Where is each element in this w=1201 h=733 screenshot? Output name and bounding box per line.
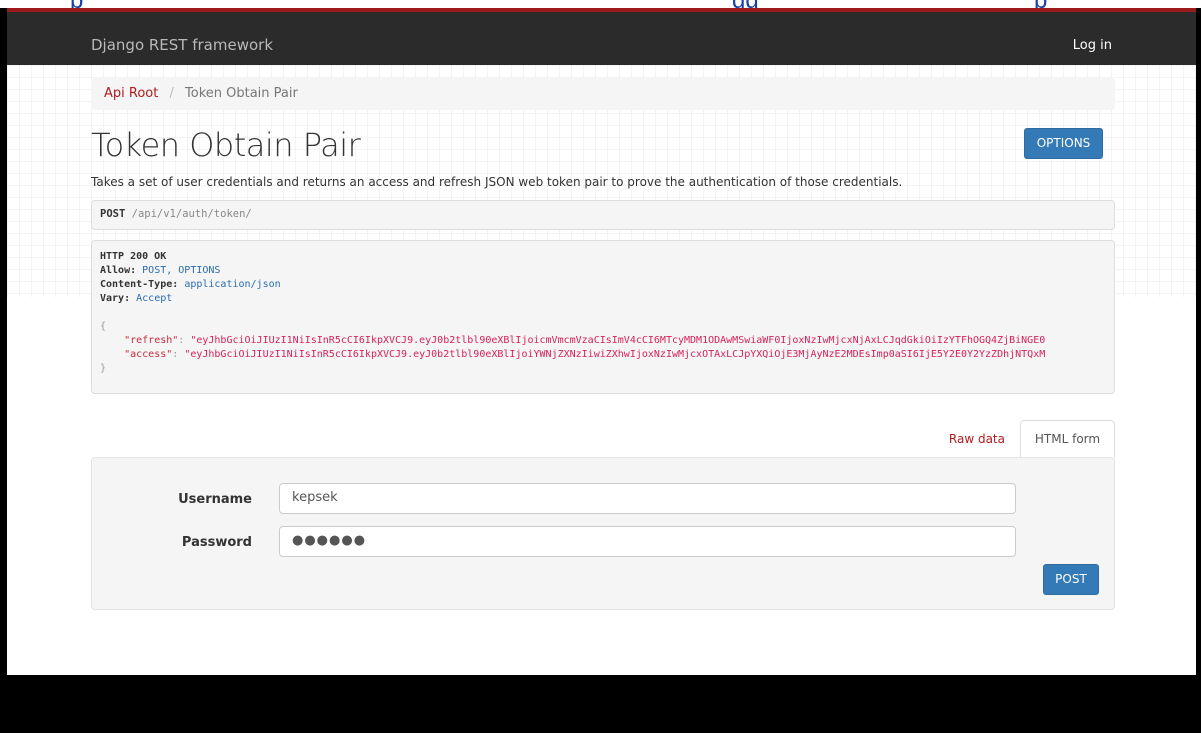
endpoint-description: Takes a set of user credentials and retu… — [91, 175, 903, 189]
json-value-access: "eyJhbGciOiJIUzI1NiIsInR5cCI6IkpXVCJ9.ey… — [184, 349, 1046, 360]
tab-raw-data[interactable]: Raw data — [949, 432, 1005, 446]
header-value: Accept — [136, 293, 173, 304]
json-open-brace: { — [100, 321, 107, 332]
request-method: POST — [100, 208, 126, 220]
header-value: POST, OPTIONS — [142, 265, 221, 276]
request-path: /api/v1/auth/token/ — [131, 208, 252, 220]
breadcrumb-api-root[interactable]: Api Root — [104, 86, 158, 101]
brand-link[interactable]: Django REST framework — [91, 36, 273, 54]
username-input[interactable]: kepsek — [279, 483, 1016, 514]
password-input[interactable]: ●●●●●● — [279, 526, 1016, 557]
response-status: HTTP 200 OK — [100, 251, 167, 262]
navbar: Django REST framework Log in — [7, 8, 1196, 65]
login-link[interactable]: Log in — [1073, 38, 1112, 53]
response-info: HTTP 200 OK Allow: POST, OPTIONS Content… — [91, 240, 1115, 394]
header-name: Content-Type: — [100, 279, 179, 290]
bottom-black-area — [0, 675, 1201, 733]
breadcrumb-separator: / — [169, 86, 174, 101]
json-key-access: "access" — [124, 349, 173, 360]
json-value-refresh: "eyJhbGciOiJIUzI1NiIsInR5cCI6IkpXVCJ9.ey… — [190, 335, 1046, 346]
request-info: POST /api/v1/auth/token/ — [91, 200, 1115, 230]
json-key-refresh: "refresh" — [124, 335, 179, 346]
header-name: Allow: — [100, 265, 137, 276]
browser-viewport: Django REST framework Log in Api Root / … — [7, 8, 1196, 733]
breadcrumb-current: Token Obtain Pair — [185, 86, 298, 101]
right-border — [1196, 8, 1201, 675]
username-label: Username — [178, 492, 252, 507]
breadcrumb: Api Root / Token Obtain Pair — [91, 78, 1115, 110]
json-close-brace: } — [100, 363, 107, 374]
cropped-text-fragment: gg — [732, 0, 759, 8]
cropped-text-fragment: p — [70, 0, 83, 8]
password-label: Password — [181, 535, 252, 550]
post-button[interactable]: POST — [1043, 564, 1099, 595]
html-form-panel: Username kepsek Password ●●●●●● POST — [91, 457, 1115, 610]
left-border — [0, 8, 7, 675]
page-title: Token Obtain Pair — [91, 126, 361, 164]
content-tabs: Raw data HTML form — [91, 420, 1115, 458]
tab-html-form[interactable]: HTML form — [1020, 420, 1115, 458]
header-value: application/json — [184, 279, 281, 290]
top-cropped-area: p gg p — [0, 0, 1201, 8]
header-name: Vary: — [100, 293, 131, 304]
options-button[interactable]: OPTIONS — [1024, 128, 1103, 159]
cropped-text-fragment: p — [1034, 0, 1047, 8]
